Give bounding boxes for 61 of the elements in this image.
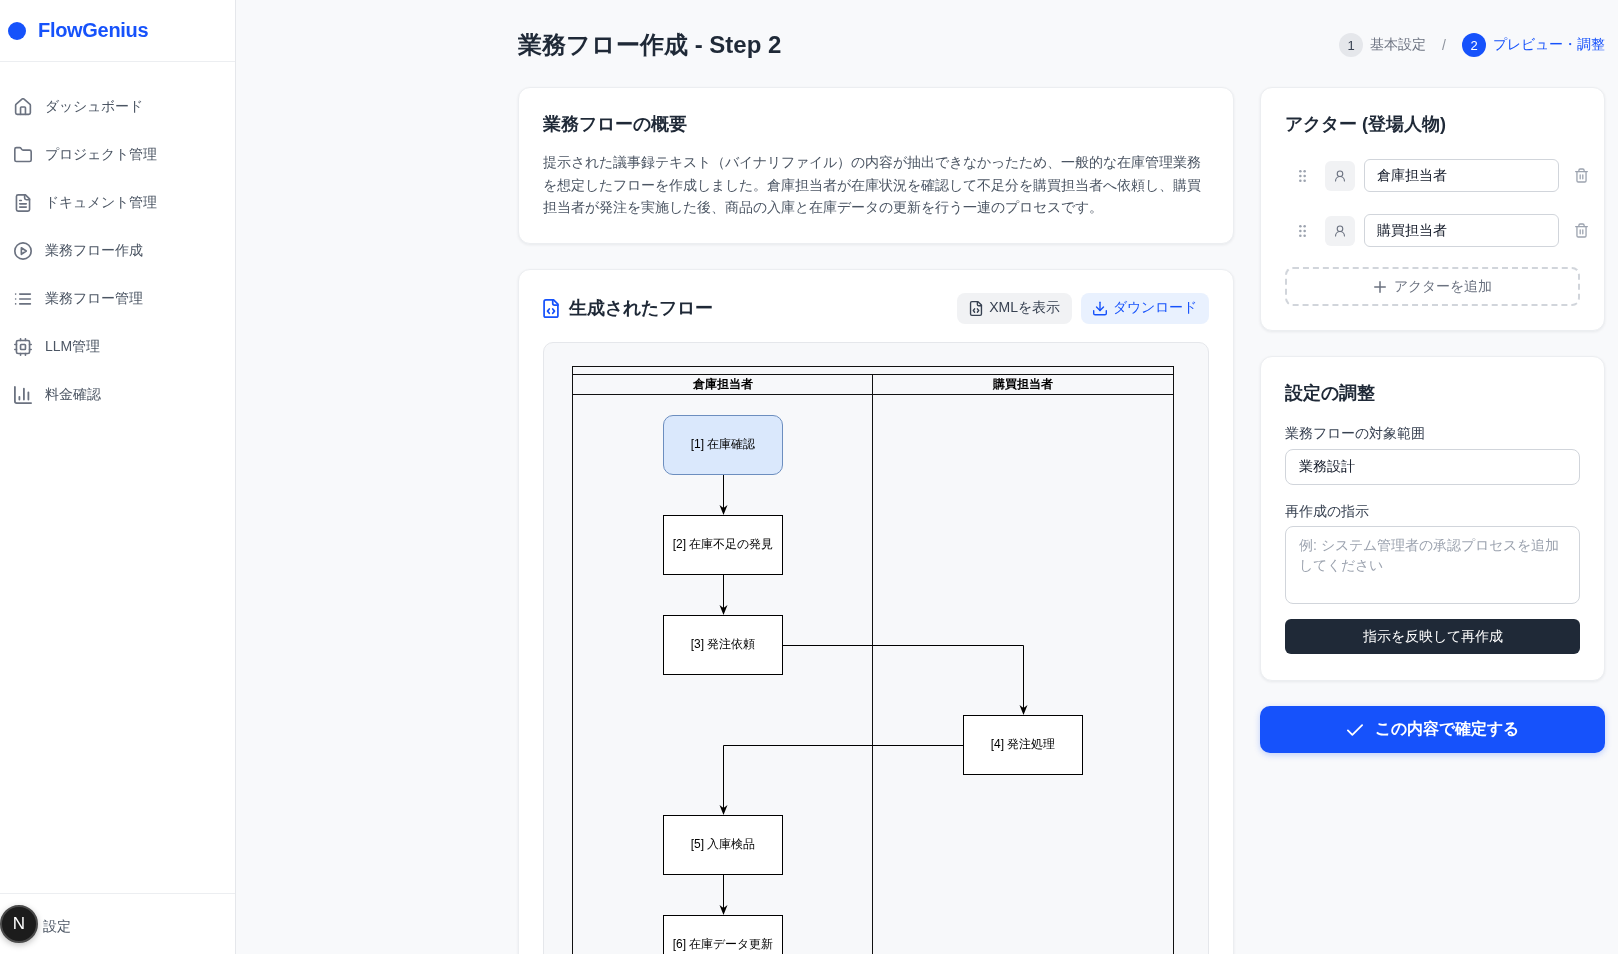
- bar-chart-icon: [14, 386, 32, 404]
- step-number: 1: [1339, 33, 1364, 57]
- step-number: 2: [1462, 33, 1486, 57]
- flow-arrow: [719, 874, 728, 915]
- file-code-icon: [969, 300, 984, 316]
- process-step: [2] 在庫不足の発見: [663, 514, 783, 575]
- plus-icon: [1373, 280, 1386, 293]
- section-title: 業務フローの概要: [543, 113, 688, 136]
- field-label: 業務フローの対象範囲: [1285, 424, 1426, 443]
- settings-link[interactable]: 設定: [43, 918, 71, 936]
- process-step: [4] 発注処理: [963, 714, 1083, 775]
- nav-item[interactable]: 料金確認: [0, 371, 235, 419]
- breadcrumb-separator: /: [1442, 37, 1446, 53]
- section-title: 設定の調整: [1285, 382, 1376, 405]
- confirm-button[interactable]: この内容で確定する: [1260, 706, 1605, 753]
- step-label: 基本設定: [1370, 36, 1427, 54]
- nav-item[interactable]: プロジェクト管理: [0, 131, 235, 179]
- regenerate-button[interactable]: 指示を反映して再作成: [1285, 619, 1580, 654]
- nav-item[interactable]: ダッシュボード: [0, 83, 235, 131]
- flow-arrow: [719, 574, 728, 615]
- document-icon: [14, 194, 32, 212]
- trash-icon[interactable]: [1575, 223, 1588, 238]
- start-step: [1] 在庫確認: [663, 414, 783, 475]
- flow-arrow: [719, 474, 728, 515]
- section-title: アクター (登場人物): [1285, 113, 1447, 136]
- logo-dot-icon: [8, 21, 26, 40]
- process-step: [3] 発注依頼: [663, 614, 783, 675]
- field-label: 再作成の指示: [1285, 502, 1370, 521]
- overview-paragraph: 提示された議事録テキスト（バイナリファイル）の内容が抽出できなかったため、一般的な在庫管理業務を想定したフローを作成しました。倉庫担当者が在庫状況を確認して不足分を購買担当者へ依頼し、購買担当者が発注を実施した後、商品の入庫と在庫データの更新を行う一連のプロセスです。: [543, 153, 1202, 217]
- nav-item[interactable]: 業務フロー管理: [0, 275, 235, 323]
- trash-icon[interactable]: [1575, 168, 1588, 183]
- drag-handle-icon[interactable]: [1299, 169, 1306, 182]
- page-title: 業務フロー作成 - Step 2: [518, 30, 782, 60]
- drag-handle-icon[interactable]: [1299, 224, 1306, 237]
- chip-icon: [14, 338, 32, 356]
- process-step: [5] 入庫検品: [663, 814, 783, 875]
- lane-header: 倉庫担当者: [573, 374, 873, 394]
- download-icon: [1093, 300, 1107, 316]
- nav-item[interactable]: LLM管理: [0, 323, 235, 371]
- home-icon: [14, 98, 32, 116]
- actor-name-field[interactable]: 倉庫担当者: [1364, 159, 1559, 192]
- process-step: [6] 在庫データ更新: [663, 914, 783, 954]
- user-icon: [1325, 215, 1355, 246]
- user-icon: [1325, 160, 1355, 191]
- text-field[interactable]: 業務設計: [1285, 449, 1580, 485]
- nav-item[interactable]: ドキュメント管理: [0, 179, 235, 227]
- app-logo[interactable]: FlowGenius: [38, 19, 149, 42]
- file-code-icon: [543, 298, 559, 318]
- step-label: プレビュー・調整: [1493, 36, 1605, 54]
- check-icon: [1346, 723, 1363, 736]
- list-icon: [14, 290, 32, 308]
- folder-icon: [14, 146, 32, 164]
- section-title: 生成されたフロー: [569, 297, 713, 320]
- instruction-field[interactable]: 例: システム管理者の承認プロセスを追加してください: [1285, 526, 1580, 604]
- download-button[interactable]: ダウンロード: [1081, 292, 1209, 324]
- add-actor-button[interactable]: アクターを追加: [1285, 267, 1580, 306]
- lane-header: 購買担当者: [992, 375, 1054, 393]
- view-xml-button[interactable]: XMLを表示: [957, 292, 1072, 324]
- actor-name-field[interactable]: 購買担当者: [1364, 214, 1559, 247]
- play-icon: [14, 242, 32, 260]
- nav-item[interactable]: 業務フロー作成: [0, 227, 235, 275]
